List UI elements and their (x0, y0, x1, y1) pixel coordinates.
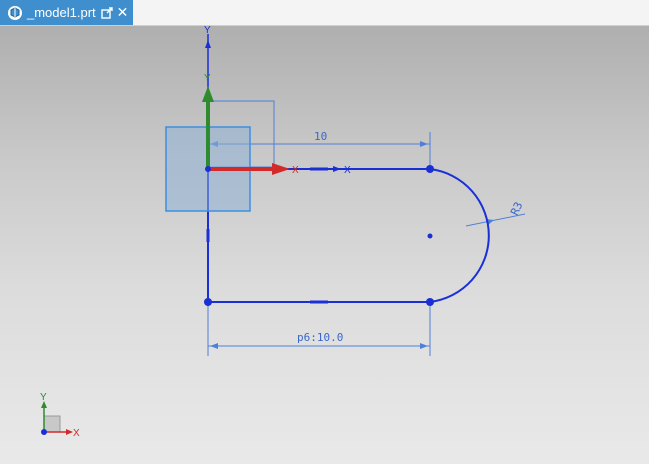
csys-x-label: X (292, 165, 299, 176)
dimension-arrows (210, 141, 494, 349)
dimension-bottom-label[interactable]: p6:10.0 (297, 331, 343, 344)
document-tab[interactable]: _model1.prt ✕ (0, 0, 133, 25)
view-triad: Y X (40, 392, 80, 439)
csys-origin[interactable] (205, 166, 211, 172)
graphics-viewport[interactable]: 10 p6:10.0 R3 Y X Y X Y X (0, 26, 649, 464)
popout-icon[interactable] (100, 6, 113, 19)
document-tab-bar: _model1.prt ✕ (0, 0, 649, 26)
dimension-lines (207, 100, 526, 356)
sketch-x-label: X (344, 165, 351, 176)
part-file-icon (7, 5, 23, 21)
dimension-top-label[interactable]: 10 (314, 130, 327, 143)
view-triad-y-label: Y (40, 392, 47, 403)
tab-title: _model1.prt (27, 5, 96, 20)
close-icon[interactable]: ✕ (117, 4, 129, 21)
csys-y-label: Y (204, 73, 211, 84)
sketch-canvas[interactable]: 10 p6:10.0 R3 Y X Y X Y X (0, 26, 649, 464)
sketch-y-label: Y (204, 26, 211, 36)
view-triad-x-label: X (73, 428, 80, 439)
